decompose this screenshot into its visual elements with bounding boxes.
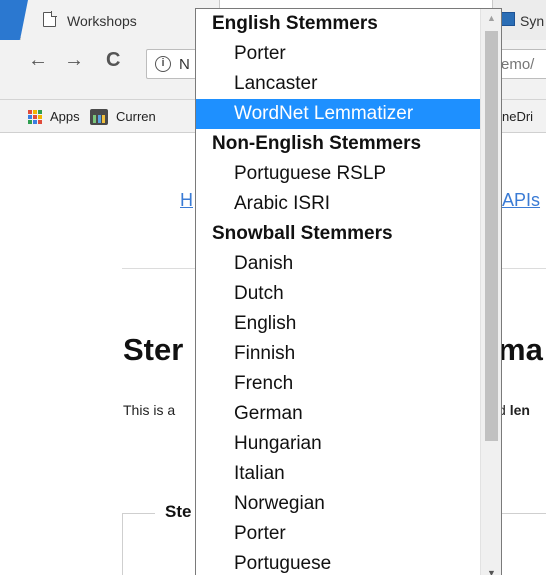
option-norwegian[interactable]: Norwegian: [196, 489, 480, 519]
page-title-right: ma: [498, 332, 543, 367]
tab-workshops[interactable]: Workshops: [20, 0, 220, 40]
page-icon: [43, 11, 57, 27]
option-lancaster[interactable]: Lancaster: [196, 69, 480, 99]
reload-icon[interactable]: C: [106, 50, 120, 70]
dropdown-options: English Stemmers Porter Lancaster WordNet L…: [196, 9, 480, 575]
address-text-left: N: [179, 56, 190, 73]
scroll-up-icon[interactable]: ▲: [481, 9, 501, 27]
page-title-left: Ster: [123, 332, 184, 367]
nav-link-home[interactable]: H: [180, 190, 193, 211]
intro-text-left: This is a: [123, 402, 176, 418]
option-dutch[interactable]: Dutch: [196, 279, 480, 309]
option-arabic-isri[interactable]: Arabic ISRI: [196, 189, 480, 219]
option-porter[interactable]: Porter: [196, 39, 480, 69]
site-favicon-icon: [501, 12, 515, 26]
address-text-right: emo/: [501, 56, 535, 73]
scrollbar-thumb[interactable]: [485, 31, 498, 441]
tab-title-second: Syn: [520, 13, 545, 29]
back-icon[interactable]: ←: [28, 50, 48, 70]
bookmark-current[interactable]: Curren: [116, 109, 156, 124]
option-danish[interactable]: Danish: [196, 249, 480, 279]
info-icon[interactable]: i: [155, 56, 171, 72]
intro-text-bold: len: [509, 402, 530, 418]
option-portuguese-rslp[interactable]: Portuguese RSLP: [196, 159, 480, 189]
bookmark-apps[interactable]: Apps: [50, 109, 80, 124]
option-portuguese[interactable]: Portuguese: [196, 549, 480, 575]
option-french[interactable]: French: [196, 369, 480, 399]
chart-bookmark-icon[interactable]: [90, 109, 108, 125]
option-group-non-english-stemmers: Non-English Stemmers: [212, 133, 422, 154]
option-group-snowball-stemmers: Snowball Stemmers: [212, 223, 393, 244]
nav-link-apis[interactable]: APIs: [502, 190, 540, 211]
option-italian[interactable]: Italian: [196, 459, 480, 489]
forward-icon[interactable]: →: [64, 50, 84, 70]
scroll-down-icon[interactable]: ▼: [481, 564, 501, 575]
bookmark-onedrive[interactable]: neDri: [502, 109, 533, 124]
option-english[interactable]: English: [196, 309, 480, 339]
option-porter[interactable]: Porter: [196, 519, 480, 549]
intro-text-right: d len: [498, 402, 530, 418]
stemmer-fieldset-legend: Ste: [155, 502, 200, 522]
dropdown-scrollbar[interactable]: ▲ ▼: [480, 9, 501, 575]
option-german[interactable]: German: [196, 399, 480, 429]
option-wordnet-lemmatizer[interactable]: WordNet Lemmatizer: [196, 99, 480, 129]
tab-title: Workshops: [67, 13, 137, 29]
stemmer-select-dropdown[interactable]: English Stemmers Porter Lancaster WordNet L…: [195, 8, 502, 575]
option-hungarian[interactable]: Hungarian: [196, 429, 480, 459]
apps-grid-icon[interactable]: [28, 110, 42, 124]
option-finnish[interactable]: Finnish: [196, 339, 480, 369]
option-group-english-stemmers: English Stemmers: [212, 13, 378, 34]
